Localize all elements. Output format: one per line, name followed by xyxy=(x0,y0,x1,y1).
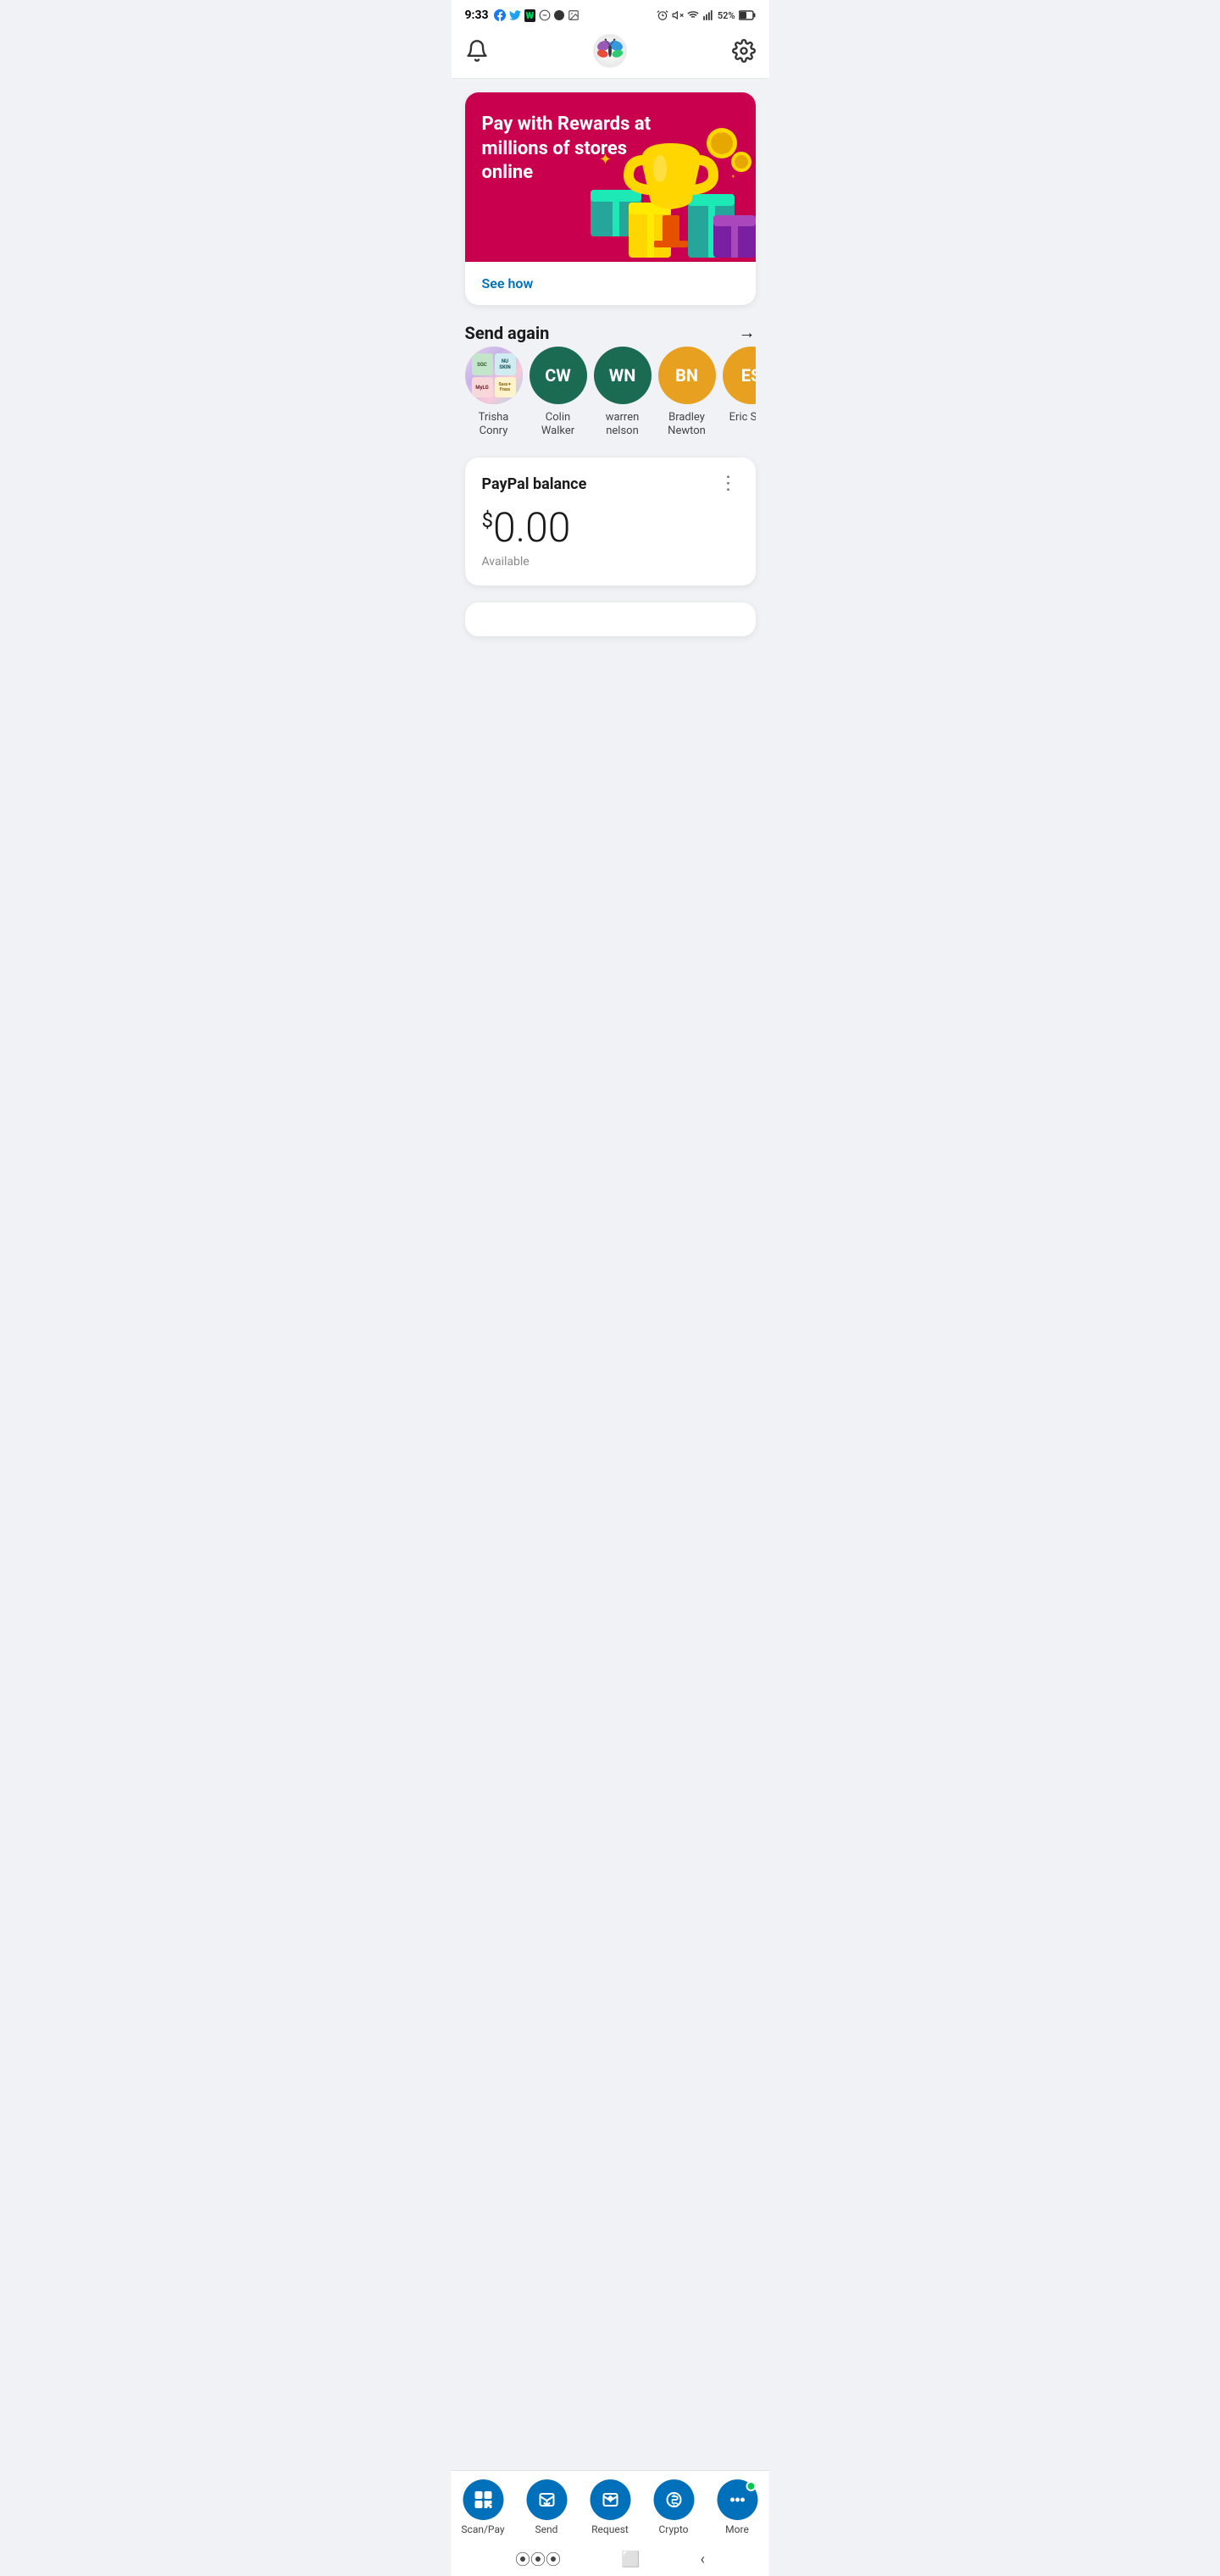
promo-banner: Pay with Rewards at millions of stores o… xyxy=(465,92,756,262)
card-peek xyxy=(465,602,756,636)
contact-name-eric: Eric Soto xyxy=(729,411,756,425)
nav-label-crypto: Crypto xyxy=(658,2523,688,2535)
contact-name-bradley: BradleyNewton xyxy=(668,411,706,437)
mute-icon xyxy=(672,9,684,21)
android-nav-bar: ⦿⦿⦿ ⬜ ‹ xyxy=(452,2542,769,2576)
balance-amount: $0.00 xyxy=(482,503,739,552)
main-content: Pay with Rewards at millions of stores o… xyxy=(452,79,769,735)
contact-initials-warren: WN xyxy=(609,365,636,386)
balance-card: PayPal balance ⋮ $0.00 Available xyxy=(465,458,756,586)
status-app-icons: W xyxy=(494,9,580,22)
request-icon xyxy=(600,2490,620,2510)
promo-footer: See how xyxy=(465,262,756,305)
contact-initials-colin: CW xyxy=(545,365,571,386)
status-time: 9:33 xyxy=(465,8,489,22)
contact-name-warren: warrennelson xyxy=(606,411,640,437)
signal-icon xyxy=(702,9,714,21)
more-notification-dot xyxy=(746,2481,756,2491)
more-icon xyxy=(727,2490,747,2510)
dot-icon xyxy=(554,10,564,20)
app-logo[interactable] xyxy=(593,34,627,68)
send-again-arrow[interactable]: → xyxy=(739,322,756,343)
currency-symbol: $ xyxy=(482,508,494,532)
bottom-nav: Scan/Pay Send Request xyxy=(452,2470,769,2542)
crypto-icon xyxy=(663,2490,684,2510)
nav-label-more: More xyxy=(725,2523,749,2535)
android-back-button[interactable]: ‹ xyxy=(701,2551,705,2568)
webtoon-icon: W xyxy=(524,9,536,22)
crypto-icon-bg xyxy=(653,2479,694,2520)
nav-item-more[interactable]: More xyxy=(712,2479,762,2535)
send-again-title: Send again xyxy=(465,323,550,343)
contact-name-colin: ColinWalker xyxy=(541,411,574,437)
promo-title: Pay with Rewards at millions of stores o… xyxy=(482,113,652,186)
section-header: Send again → xyxy=(465,322,756,343)
svg-text:✦: ✦ xyxy=(730,173,736,180)
minus-circle-icon xyxy=(539,9,551,21)
battery-percent: 52% xyxy=(718,10,735,21)
notification-button[interactable] xyxy=(465,39,489,63)
nav-label-scan-pay: Scan/Pay xyxy=(461,2523,504,2535)
send-icon-bg xyxy=(526,2479,567,2520)
image-icon xyxy=(568,9,580,21)
bottom-spacer xyxy=(465,653,756,721)
settings-button[interactable] xyxy=(732,39,756,63)
nav-item-crypto[interactable]: Crypto xyxy=(648,2479,699,2535)
twitter-icon xyxy=(509,9,521,21)
nav-item-scan-pay[interactable]: Scan/Pay xyxy=(458,2479,508,2535)
more-icon-bg xyxy=(717,2479,757,2520)
nav-item-send[interactable]: Send xyxy=(521,2479,572,2535)
butterfly-logo xyxy=(593,34,627,68)
nav-label-request: Request xyxy=(591,2523,629,2535)
android-recent-button[interactable]: ⦿⦿⦿ xyxy=(515,2548,561,2570)
promo-card[interactable]: Pay with Rewards at millions of stores o… xyxy=(465,92,756,305)
android-home-button[interactable]: ⬜ xyxy=(621,2551,640,2568)
balance-title: PayPal balance xyxy=(482,475,587,493)
promo-link[interactable]: See how xyxy=(482,275,534,291)
contact-initials-eric: ES xyxy=(741,365,756,386)
balance-label: Available xyxy=(482,555,739,569)
contact-item-colin[interactable]: CW ColinWalker xyxy=(530,347,587,437)
battery-icon xyxy=(739,10,756,20)
status-right: 52% xyxy=(657,9,756,21)
contact-initials-bradley: BN xyxy=(675,365,698,386)
request-icon-bg xyxy=(590,2479,630,2520)
status-bar: 9:33 W 52% xyxy=(452,0,769,27)
contact-name-trisha: TrishaConry xyxy=(479,411,509,437)
facebook-icon xyxy=(494,9,506,21)
contact-item-eric[interactable]: ES Eric Soto xyxy=(723,347,756,437)
contact-item-trisha[interactable]: SGC NUSKIN MyLG Sass✦Frass TrishaConry xyxy=(465,347,523,437)
contact-item-bradley[interactable]: BN BradleyNewton xyxy=(658,347,716,437)
balance-header: PayPal balance ⋮ xyxy=(482,475,739,493)
send-icon xyxy=(536,2490,557,2510)
nav-item-request[interactable]: Request xyxy=(585,2479,635,2535)
contacts-row: SGC NUSKIN MyLG Sass✦Frass TrishaConry C… xyxy=(465,347,756,441)
wifi-icon xyxy=(687,9,699,21)
status-left: 9:33 W xyxy=(465,8,580,22)
svg-text:✦: ✦ xyxy=(718,128,724,137)
send-again-section: Send again → SGC NUSKIN MyLG Sass✦Frass xyxy=(465,322,756,441)
top-nav xyxy=(452,27,769,79)
balance-menu-button[interactable]: ⋮ xyxy=(719,475,739,493)
alarm-icon xyxy=(657,9,668,21)
nav-label-send: Send xyxy=(535,2523,558,2535)
contact-item-warren[interactable]: WN warrennelson xyxy=(594,347,652,437)
scan-pay-icon-bg xyxy=(463,2479,503,2520)
qr-icon xyxy=(473,2490,493,2510)
